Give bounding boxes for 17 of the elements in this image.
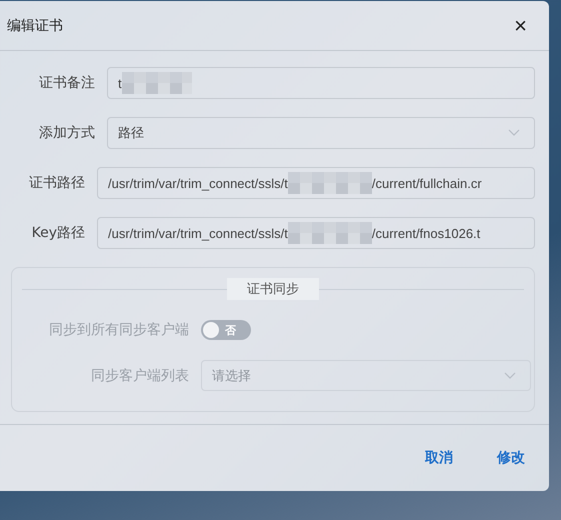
field-label: 证书备注	[38, 74, 95, 92]
dialog-title: 编辑证书	[7, 16, 63, 34]
field-label: Key路径	[30, 224, 85, 242]
close-button[interactable]: ×	[510, 14, 531, 36]
field-label: 添加方式	[38, 124, 95, 142]
field-label: 证书路径	[28, 174, 85, 192]
chevron-down-icon	[504, 372, 516, 380]
text-field[interactable]: /usr/trim/var/trim_connect/ssls/t /current/fnos1026.t	[97, 217, 535, 249]
section-legend: 证书同步	[227, 278, 319, 300]
field-label: 同步客户端列表	[90, 366, 189, 384]
toggle-label: 同步到所有同步客户端	[48, 321, 189, 339]
select-field[interactable]: 路径	[107, 117, 535, 149]
text-field[interactable]: t	[107, 67, 535, 99]
dialog-button[interactable]: 修改	[485, 445, 537, 471]
dialog-button[interactable]: 取消	[413, 445, 465, 471]
text-field[interactable]: /usr/trim/var/trim_connect/ssls/t /current/fullchain.cr	[97, 167, 535, 199]
chevron-down-icon	[508, 129, 520, 137]
